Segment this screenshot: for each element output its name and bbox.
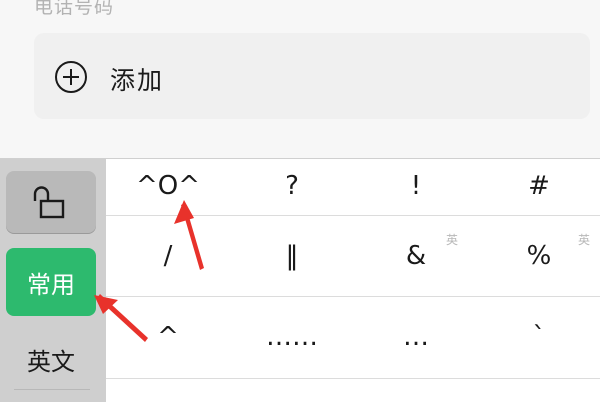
lock-toggle-button[interactable] — [6, 171, 96, 233]
add-phone-button[interactable]: 添加 — [34, 33, 590, 119]
key-smiley[interactable]: ^O^ — [106, 159, 230, 213]
contact-form: 电话号码 添加 — [0, 0, 600, 158]
key-long-ellipsis[interactable]: …… — [230, 297, 354, 377]
keyboard-category-sidebar: 常用 英文 — [0, 159, 106, 402]
category-common-button[interactable]: 常用 — [6, 248, 96, 316]
key-ampersand[interactable]: & — [354, 216, 478, 296]
key-exclamation[interactable]: ! — [354, 159, 478, 213]
key-double-bar[interactable]: ‖ — [230, 216, 354, 296]
symbol-keyboard: 常用 英文 ^O^ ? ! # / ‖ & % 英 英 ^ …… … ` — [0, 158, 600, 402]
key-hash[interactable]: # — [478, 159, 600, 213]
key-slash[interactable]: / — [106, 216, 230, 296]
key-question[interactable]: ? — [230, 159, 354, 213]
add-phone-label: 添加 — [110, 66, 165, 95]
plus-circle-icon — [55, 61, 87, 93]
unlock-icon — [33, 186, 65, 219]
sidebar-divider — [14, 389, 90, 390]
screen: 电话号码 添加 常用 英文 ^O^ ? ! # / ‖ & % 英 英 ^ ……… — [0, 0, 600, 402]
row-divider — [106, 378, 600, 379]
key-caret[interactable]: ^ — [106, 297, 230, 377]
phone-section-label: 电话号码 — [34, 0, 115, 18]
category-english-button[interactable]: 英文 — [6, 329, 96, 389]
english-badge: 英 — [578, 233, 591, 247]
english-badge: 英 — [446, 233, 459, 247]
symbol-key-grid: ^O^ ? ! # / ‖ & % 英 英 ^ …… … ` — [106, 159, 600, 402]
key-percent[interactable]: % — [478, 216, 600, 296]
key-backtick[interactable]: ` — [478, 297, 600, 377]
key-ellipsis[interactable]: … — [354, 297, 478, 377]
